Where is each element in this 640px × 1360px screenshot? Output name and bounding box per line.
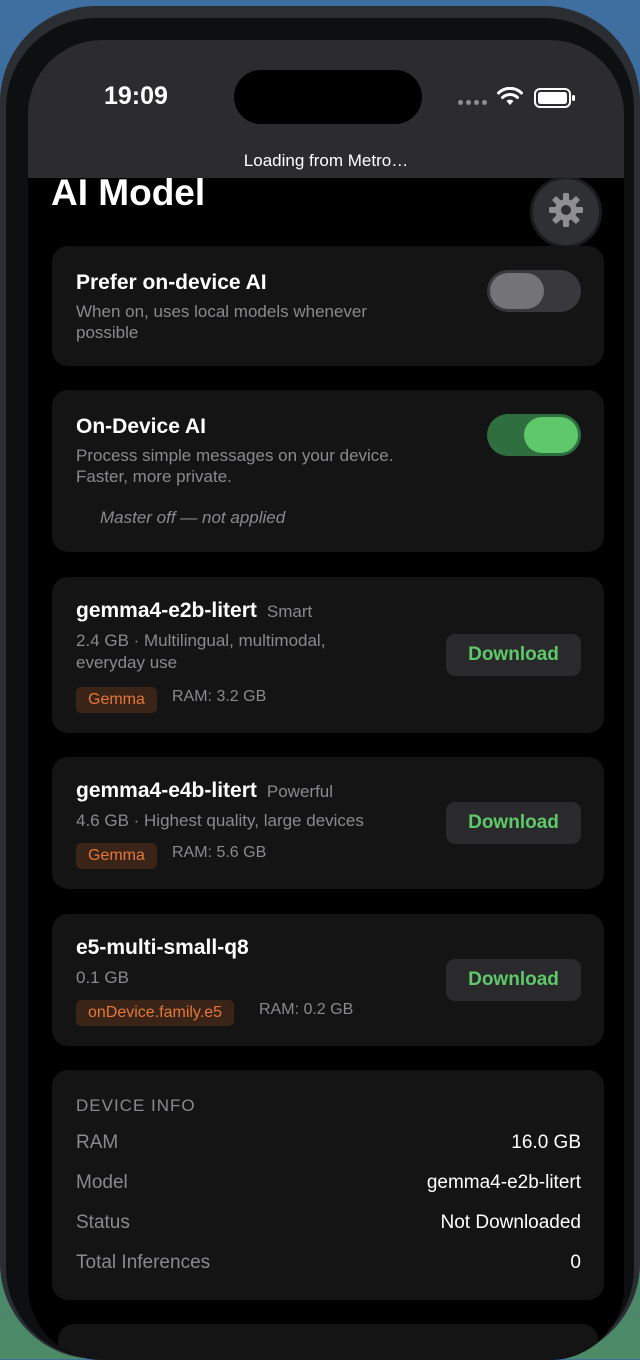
screen: 19:09 Loading from Metro… AI Model Prefe… [28,40,624,1360]
on-device-ai-desc-line1: Process simple messages on your device. [76,446,394,465]
model-tag: Powerful [266,782,334,801]
model-card-e5-multi: e5-multi-small-q8 0.1 GB onDevice.family… [52,914,604,1046]
model-desc-line1: 2.4 GB · Multilingual, multimodal, [76,631,326,650]
phone-bezel: 19:09 Loading from Metro… AI Model Prefe… [6,18,634,1360]
info-value: 16.0 GB [511,1132,581,1153]
device-info-header: DEVICE INFO [76,1096,196,1115]
on-device-ai-toggle[interactable] [487,414,581,456]
on-device-ai-title: On-Device AI [76,415,206,438]
prefer-on-device-title: Prefer on-device AI [76,271,267,294]
download-button[interactable]: Download [446,802,581,844]
status-time: 19:09 [104,82,168,110]
scroll-content[interactable]: AI Model Prefer on-device AI When on, us… [28,178,624,1360]
prefer-on-device-desc-line1: When on, uses local models whenever [76,302,368,321]
model-family-badge: Gemma [76,843,157,869]
model-card-gemma4-e4b: gemma4-e4b-litert Powerful 4.6 GB · Highe… [52,757,604,889]
device-info-card: DEVICE INFO RAM 16.0 GB Model gemma4-e2b… [52,1070,604,1300]
download-button[interactable]: Download [446,959,581,1001]
model-tag: Smart [266,602,313,621]
next-card-partial [58,1324,598,1360]
model-family-badge: Gemma [76,687,157,713]
settings-button[interactable] [530,178,602,248]
info-value: gemma4-e2b-litert [426,1172,581,1193]
info-label: RAM [76,1132,119,1153]
model-name: gemma4-e4b-litert [76,779,257,802]
status-bar: 19:09 Loading from Metro… [28,40,624,178]
battery-icon [534,88,576,113]
gear-icon [546,190,586,235]
info-value: 0 [570,1252,581,1273]
info-value: Not Downloaded [440,1212,581,1233]
model-family-badge: onDevice.family.e5 [76,1000,234,1026]
model-ram: RAM: 3.2 GB [172,688,267,705]
model-ram: RAM: 5.6 GB [172,844,267,861]
prefer-on-device-desc-line2: possible [76,323,139,342]
metro-loading-banner: Loading from Metro… [243,151,409,170]
info-label: Total Inferences [76,1252,211,1273]
master-off-note: Master off — not applied [100,508,286,527]
model-name: e5-multi-small-q8 [76,936,249,959]
info-row-status: Status Not Downloaded [76,1212,581,1238]
phone-frame: 19:09 Loading from Metro… AI Model Prefe… [0,6,640,1360]
download-button[interactable]: Download [446,634,581,676]
toggle-knob [490,273,544,309]
prefer-on-device-toggle[interactable] [487,270,581,312]
model-name-row: gemma4-e2b-litert Smart [76,599,312,623]
toggle-knob [524,417,578,453]
model-name-row: gemma4-e4b-litert Powerful [76,779,333,803]
model-desc-line1: 4.6 GB · Highest quality, large devices [76,811,364,830]
model-name: gemma4-e2b-litert [76,599,257,622]
page-title: AI Model [51,178,206,213]
info-row-model: Model gemma4-e2b-litert [76,1172,581,1198]
dynamic-island [234,70,422,124]
model-name-row: e5-multi-small-q8 [76,936,249,960]
prefer-on-device-card: Prefer on-device AI When on, uses local … [52,246,604,366]
info-row-ram: RAM 16.0 GB [76,1132,581,1158]
on-device-ai-desc-line2: Faster, more private. [76,467,232,486]
wifi-icon [497,86,523,112]
on-device-ai-card: On-Device AI Process simple messages on … [52,390,604,552]
info-label: Model [76,1172,128,1193]
cellular-signal-icon [458,100,487,105]
info-label: Status [76,1212,130,1233]
model-card-gemma4-e2b: gemma4-e2b-litert Smart 2.4 GB · Multilin… [52,577,604,733]
info-row-total-inferences: Total Inferences 0 [76,1252,581,1278]
model-desc-line1: 0.1 GB [76,968,129,987]
model-ram: RAM: 0.2 GB [259,1001,354,1018]
model-desc-line2: everyday use [76,653,178,672]
